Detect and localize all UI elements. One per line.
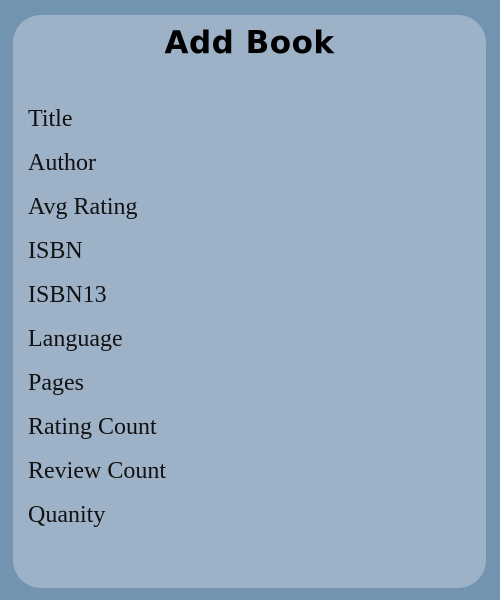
field-label-rating-count: Rating Count [28, 414, 157, 440]
field-list: Title Author Avg Rating ISBN ISBN13 Lang… [28, 97, 166, 537]
field-label-author: Author [28, 150, 96, 176]
field-label-title: Title [28, 106, 73, 132]
field-label-language: Language [28, 326, 123, 352]
form-title: Add Book [164, 25, 335, 61]
field-label-avg-rating: Avg Rating [28, 194, 138, 220]
field-label-pages: Pages [28, 370, 84, 396]
field-label-isbn: ISBN [28, 238, 83, 264]
field-label-isbn13: ISBN13 [28, 282, 107, 308]
add-book-form: Add Book Title Author Avg Rating ISBN IS… [13, 15, 486, 588]
field-label-quantity: Quanity [28, 502, 106, 528]
field-label-review-count: Review Count [28, 458, 166, 484]
